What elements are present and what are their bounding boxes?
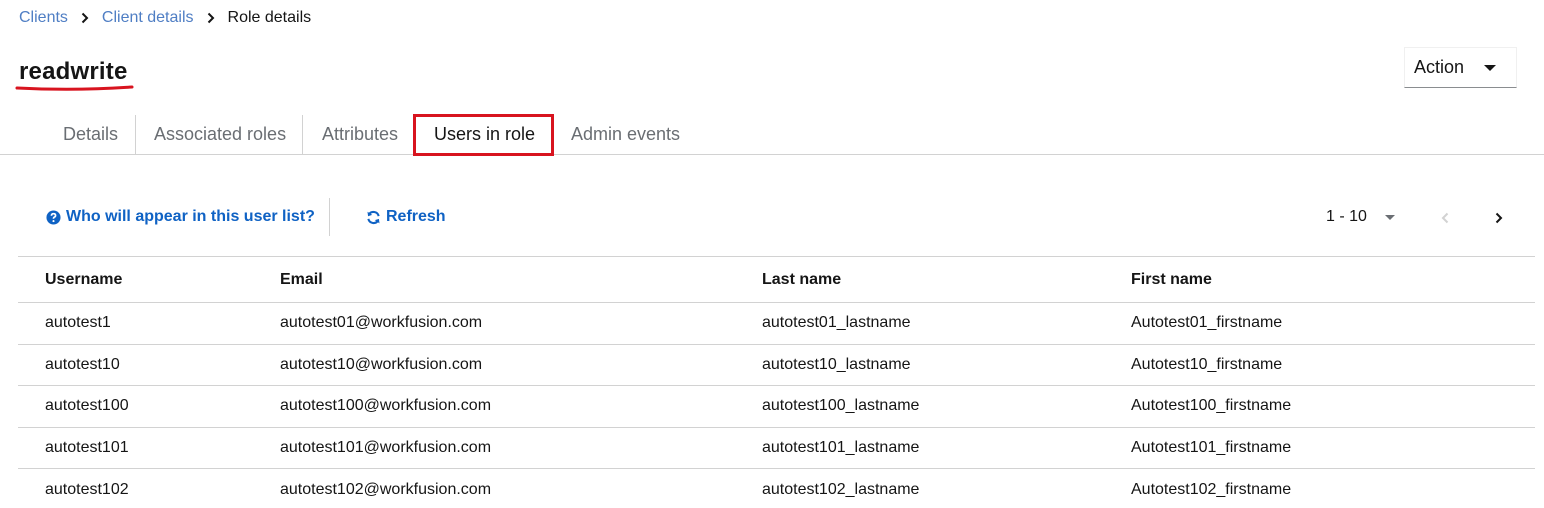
table-row[interactable]: autotest100 autotest100@workfusion.com a… [18,386,1535,428]
cell-first-name: Autotest100_firstname [1131,397,1292,415]
cell-last-name: autotest100_lastname [762,397,920,415]
chevron-right-icon [194,12,228,24]
chevron-left-icon [1441,212,1449,224]
cell-first-name: Autotest101_firstname [1131,438,1292,456]
sync-icon [367,210,380,224]
question-circle-icon [46,209,61,225]
tab-attributes[interactable]: Attributes [322,114,398,154]
tab-divider [302,115,303,154]
tab-details[interactable]: Details [63,114,118,154]
cell-first-name: Autotest01_firstname [1131,314,1283,332]
cell-email: autotest100@workfusion.com [280,397,492,415]
refresh-button[interactable]: Refresh [366,207,446,227]
tab-divider [135,115,136,154]
cell-last-name: autotest102_lastname [762,480,920,498]
cell-username: autotest10 [45,355,120,373]
cell-first-name: Autotest102_firstname [1131,480,1292,498]
column-header-username[interactable]: Username [45,257,122,302]
breadcrumb-item-clients[interactable]: Clients [19,9,68,27]
action-dropdown-button[interactable]: Action [1404,47,1517,88]
cell-email: autotest10@workfusion.com [280,355,483,373]
toolbar-divider [329,198,330,236]
table-row[interactable]: autotest1 autotest01@workfusion.com auto… [18,303,1535,345]
cell-email: autotest102@workfusion.com [280,480,492,498]
users-table: Username Email Last name First name auto… [18,256,1535,508]
column-header-email[interactable]: Email [280,257,323,302]
cell-username: autotest101 [45,438,129,456]
cell-username: autotest102 [45,480,129,498]
breadcrumb-item-client-details[interactable]: Client details [102,9,194,27]
table-row[interactable]: autotest102 autotest102@workfusion.com a… [18,469,1535,508]
breadcrumb: Clients Client details Role details [19,8,311,28]
caret-down-icon[interactable] [1385,215,1395,220]
cell-email: autotest101@workfusion.com [280,438,492,456]
pagination-prev-button[interactable] [1438,209,1452,227]
title-annotation-underline [15,85,134,91]
table-row[interactable]: autotest10 autotest10@workfusion.com aut… [18,345,1535,386]
chevron-right-icon [1495,212,1503,224]
tab-associated-roles[interactable]: Associated roles [154,114,286,154]
caret-down-icon [1484,65,1496,71]
action-dropdown-label: Action [1414,57,1465,77]
cell-username: autotest100 [45,397,129,415]
cell-email: autotest01@workfusion.com [280,314,483,332]
active-tab-annotation-box [413,114,554,156]
tab-admin-events[interactable]: Admin events [571,114,680,154]
chevron-right-icon [68,12,102,24]
pagination-next-button[interactable] [1492,209,1506,227]
cell-last-name: autotest101_lastname [762,438,920,456]
column-header-first-name[interactable]: First name [1131,257,1212,302]
breadcrumb-current: Role details [227,9,312,26]
cell-username: autotest1 [45,314,111,332]
page-title: readwrite [19,58,128,85]
column-header-last-name[interactable]: Last name [762,257,841,302]
help-user-list-link[interactable]: Who will appear in this user list? [46,207,315,227]
table-row[interactable]: autotest101 autotest101@workfusion.com a… [18,428,1535,469]
tab-bar: Details Associated roles Attributes User… [0,114,1544,156]
pagination-range: 1 - 10 [1326,208,1367,225]
cell-last-name: autotest01_lastname [762,314,911,332]
cell-first-name: Autotest10_firstname [1131,355,1283,373]
table-header-row: Username Email Last name First name [18,257,1535,303]
cell-last-name: autotest10_lastname [762,355,911,373]
